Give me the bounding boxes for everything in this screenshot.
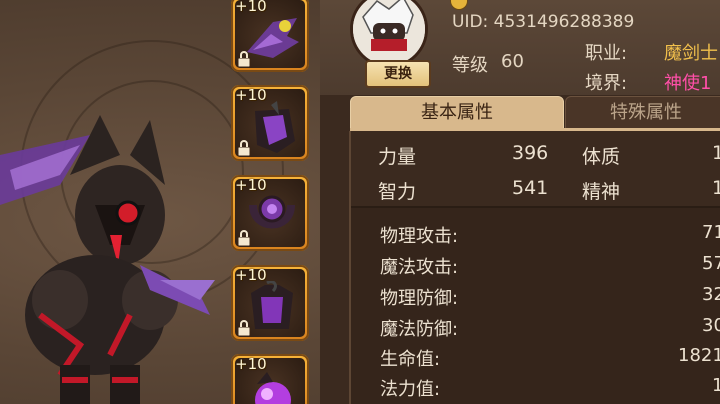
panel-border — [349, 131, 351, 404]
change-avatar-button[interactable]: 更换 — [365, 60, 431, 88]
orb-item-icon — [255, 372, 291, 404]
tab-basic-attributes[interactable]: 基本属性 — [350, 96, 564, 130]
stat-value: 57 — [702, 253, 720, 274]
realm-value: 神使1 — [664, 73, 712, 94]
enhance-level: +10 — [235, 176, 267, 194]
attr-value-constitution: 1 — [712, 142, 720, 164]
stat-value: 30 — [702, 315, 720, 336]
attr-value-intelligence: 541 — [512, 177, 549, 199]
tab-special-attributes[interactable]: 特殊属性 — [565, 96, 720, 130]
job-value: 魔剑士 — [664, 43, 718, 64]
lock-icon — [237, 230, 251, 246]
attr-label-intelligence: 智力 — [378, 181, 417, 203]
enhance-level: +10 — [235, 266, 267, 284]
equipment-slot[interactable]: +10 — [231, 175, 309, 251]
job-label: 职业: — [585, 43, 628, 64]
equipment-slot[interactable]: +10 — [231, 0, 309, 72]
enhance-level: +10 — [235, 355, 267, 373]
user-uid: UID: 4531496288389 — [452, 12, 635, 32]
stat-label: 生命值: — [380, 349, 441, 370]
lock-icon — [237, 320, 251, 336]
game-screen: +10 +10 +10 +10 +10 更换 UID: 453149628838… — [0, 0, 720, 404]
stat-value: 71 — [702, 222, 720, 243]
enhance-level: +10 — [235, 0, 267, 15]
stat-value: 32 — [702, 284, 720, 305]
avatar-portrait-icon — [353, 0, 425, 65]
lock-icon — [237, 140, 251, 156]
stat-label: 法力值: — [380, 379, 441, 400]
level-value: 60 — [501, 51, 524, 72]
realm-label: 境界: — [585, 73, 628, 94]
attr-value-strength: 396 — [512, 142, 549, 164]
lock-icon — [237, 51, 251, 67]
stat-label: 物理防御: — [380, 288, 459, 309]
equipment-slot[interactable]: +10 — [231, 354, 309, 404]
attr-label-strength: 力量 — [378, 146, 417, 168]
level-label: 等级 — [452, 55, 488, 76]
stat-value: 1821 — [678, 345, 720, 366]
stat-value: 1 — [712, 375, 720, 396]
stat-label: 物理攻击: — [380, 226, 459, 247]
attr-value-spirit: 1 — [712, 177, 720, 199]
equipment-slot[interactable]: +10 — [231, 265, 309, 341]
attr-label-spirit: 精神 — [582, 181, 621, 203]
character-model — [0, 115, 215, 404]
attr-label-constitution: 体质 — [582, 146, 621, 168]
stat-label: 魔法防御: — [380, 319, 459, 340]
equipment-slot[interactable]: +10 — [231, 85, 309, 161]
stat-label: 魔法攻击: — [380, 257, 459, 278]
enhance-level: +10 — [235, 86, 267, 104]
